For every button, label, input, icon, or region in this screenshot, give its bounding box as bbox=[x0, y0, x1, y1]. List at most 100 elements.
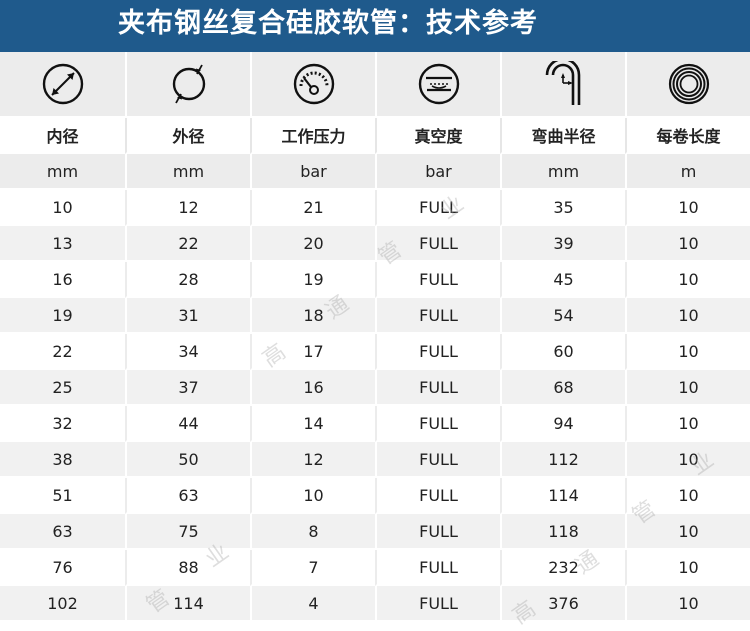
cell-inner-diameter: 10 bbox=[0, 190, 125, 226]
cell-bend-radius: 68 bbox=[500, 370, 625, 406]
cell-working-pressure: 18 bbox=[250, 298, 375, 334]
cell-working-pressure: 4 bbox=[250, 586, 375, 622]
cell-coil-length: 10 bbox=[625, 478, 750, 514]
cell-coil-length: 10 bbox=[625, 514, 750, 550]
cell-working-pressure: 10 bbox=[250, 478, 375, 514]
page-header: 夹布钢丝复合硅胶软管：技术参考 bbox=[0, 0, 750, 52]
cell-outer-diameter: 114 bbox=[125, 586, 250, 622]
unit-row: mm mm bar bar mm m bbox=[0, 154, 750, 190]
cell-vacuum: FULL bbox=[375, 586, 500, 622]
page-title: 夹布钢丝复合硅胶软管：技术参考 bbox=[118, 8, 538, 39]
table-row: 13 22 20 FULL 39 10 bbox=[0, 226, 750, 262]
table-row: 76 88 7 FULL 232 10 bbox=[0, 550, 750, 586]
cell-coil-length: 10 bbox=[625, 442, 750, 478]
cell-bend-radius: 118 bbox=[500, 514, 625, 550]
cell-bend-radius: 112 bbox=[500, 442, 625, 478]
cell-vacuum: FULL bbox=[375, 406, 500, 442]
cell-coil-length: 10 bbox=[625, 370, 750, 406]
inner-diameter-icon bbox=[0, 52, 125, 118]
cell-outer-diameter: 31 bbox=[125, 298, 250, 334]
unit-bend-radius: mm bbox=[500, 154, 625, 190]
cell-working-pressure: 7 bbox=[250, 550, 375, 586]
cell-bend-radius: 35 bbox=[500, 190, 625, 226]
table-row: 10 12 21 FULL 35 10 bbox=[0, 190, 750, 226]
cell-outer-diameter: 44 bbox=[125, 406, 250, 442]
cell-inner-diameter: 76 bbox=[0, 550, 125, 586]
cell-bend-radius: 376 bbox=[500, 586, 625, 622]
cell-outer-diameter: 50 bbox=[125, 442, 250, 478]
table-row: 63 75 8 FULL 118 10 bbox=[0, 514, 750, 550]
spec-table: 内径 外径 工作压力 真空度 弯曲半径 每卷长度 mm mm bar bar m… bbox=[0, 52, 750, 631]
cell-coil-length: 10 bbox=[625, 226, 750, 262]
cell-coil-length: 10 bbox=[625, 262, 750, 298]
cell-outer-diameter: 88 bbox=[125, 550, 250, 586]
table-row: 19 31 18 FULL 54 10 bbox=[0, 298, 750, 334]
cell-bend-radius: 54 bbox=[500, 298, 625, 334]
cell-vacuum: FULL bbox=[375, 190, 500, 226]
cell-inner-diameter: 102 bbox=[0, 586, 125, 622]
icon-row bbox=[0, 52, 750, 118]
table-row: 22 34 17 FULL 60 10 bbox=[0, 334, 750, 370]
cell-working-pressure: 12 bbox=[250, 442, 375, 478]
cell-vacuum: FULL bbox=[375, 550, 500, 586]
cell-working-pressure: 14 bbox=[250, 406, 375, 442]
unit-inner-diameter: mm bbox=[0, 154, 125, 190]
cell-bend-radius: 60 bbox=[500, 334, 625, 370]
cell-working-pressure: 21 bbox=[250, 190, 375, 226]
cell-bend-radius: 94 bbox=[500, 406, 625, 442]
cell-inner-diameter: 19 bbox=[0, 298, 125, 334]
cell-vacuum: FULL bbox=[375, 442, 500, 478]
table-row: 32 44 14 FULL 94 10 bbox=[0, 406, 750, 442]
cell-outer-diameter: 63 bbox=[125, 478, 250, 514]
cell-outer-diameter: 22 bbox=[125, 226, 250, 262]
outer-diameter-icon bbox=[125, 52, 250, 118]
cell-coil-length: 10 bbox=[625, 334, 750, 370]
cell-outer-diameter: 37 bbox=[125, 370, 250, 406]
unit-coil-length: m bbox=[625, 154, 750, 190]
header-vacuum: 真空度 bbox=[375, 118, 500, 154]
cell-bend-radius: 232 bbox=[500, 550, 625, 586]
table-row: 25 37 16 FULL 68 10 bbox=[0, 370, 750, 406]
cell-outer-diameter: 12 bbox=[125, 190, 250, 226]
pressure-gauge-icon bbox=[250, 52, 375, 118]
coil-length-icon bbox=[625, 52, 750, 118]
cell-inner-diameter: 63 bbox=[0, 514, 125, 550]
cell-inner-diameter: 51 bbox=[0, 478, 125, 514]
vacuum-icon bbox=[375, 52, 500, 118]
label-row: 内径 外径 工作压力 真空度 弯曲半径 每卷长度 bbox=[0, 118, 750, 154]
header-coil-length: 每卷长度 bbox=[625, 118, 750, 154]
unit-outer-diameter: mm bbox=[125, 154, 250, 190]
cell-outer-diameter: 75 bbox=[125, 514, 250, 550]
table-row: 51 63 10 FULL 114 10 bbox=[0, 478, 750, 514]
cell-vacuum: FULL bbox=[375, 370, 500, 406]
cell-working-pressure: 20 bbox=[250, 226, 375, 262]
cell-bend-radius: 39 bbox=[500, 226, 625, 262]
cell-working-pressure: 16 bbox=[250, 370, 375, 406]
unit-working-pressure: bar bbox=[250, 154, 375, 190]
unit-vacuum: bar bbox=[375, 154, 500, 190]
cell-working-pressure: 8 bbox=[250, 514, 375, 550]
cell-inner-diameter: 16 bbox=[0, 262, 125, 298]
cell-working-pressure: 17 bbox=[250, 334, 375, 370]
cell-coil-length: 10 bbox=[625, 298, 750, 334]
cell-inner-diameter: 38 bbox=[0, 442, 125, 478]
cell-bend-radius: 114 bbox=[500, 478, 625, 514]
header-bend-radius: 弯曲半径 bbox=[500, 118, 625, 154]
cell-bend-radius: 45 bbox=[500, 262, 625, 298]
cell-inner-diameter: 32 bbox=[0, 406, 125, 442]
cell-vacuum: FULL bbox=[375, 334, 500, 370]
cell-outer-diameter: 28 bbox=[125, 262, 250, 298]
cell-vacuum: FULL bbox=[375, 226, 500, 262]
cell-inner-diameter: 22 bbox=[0, 334, 125, 370]
table-row: 16 28 19 FULL 45 10 bbox=[0, 262, 750, 298]
header-working-pressure: 工作压力 bbox=[250, 118, 375, 154]
bend-radius-icon bbox=[500, 52, 625, 118]
cell-vacuum: FULL bbox=[375, 478, 500, 514]
cell-vacuum: FULL bbox=[375, 298, 500, 334]
cell-inner-diameter: 25 bbox=[0, 370, 125, 406]
table-row: 38 50 12 FULL 112 10 bbox=[0, 442, 750, 478]
cell-coil-length: 10 bbox=[625, 406, 750, 442]
header-outer-diameter: 外径 bbox=[125, 118, 250, 154]
cell-vacuum: FULL bbox=[375, 262, 500, 298]
cell-outer-diameter: 34 bbox=[125, 334, 250, 370]
